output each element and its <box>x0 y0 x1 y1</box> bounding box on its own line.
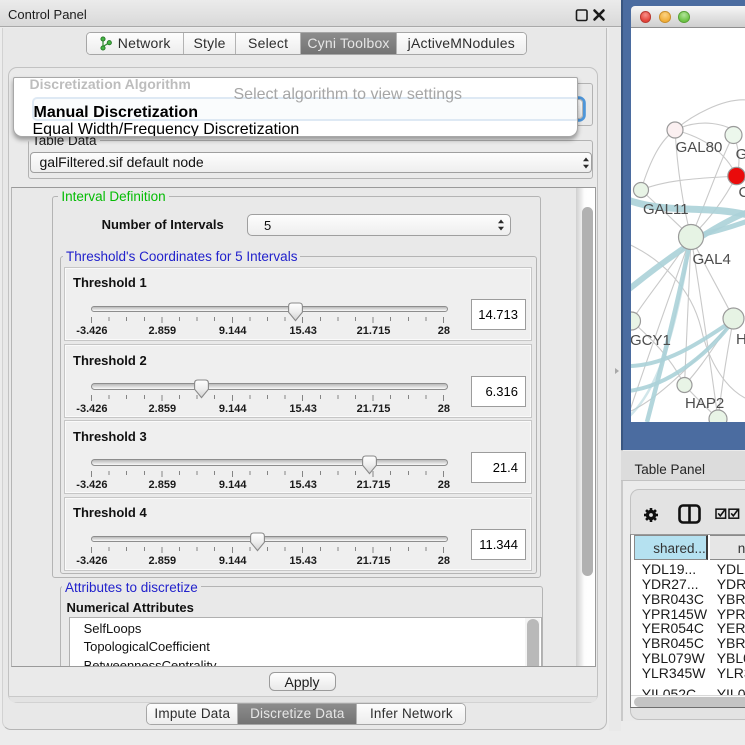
svg-text:HAP2: HAP2 <box>685 395 724 412</box>
svg-text:GCY1: GCY1 <box>631 332 671 349</box>
svg-text:H: H <box>736 331 745 348</box>
svg-text:GA: GA <box>735 146 745 163</box>
svg-text:GAL11: GAL11 <box>643 201 689 218</box>
svg-text:GAL80: GAL80 <box>675 139 722 156</box>
svg-text:GAL4: GAL4 <box>692 251 730 268</box>
svg-text:C: C <box>738 184 745 201</box>
